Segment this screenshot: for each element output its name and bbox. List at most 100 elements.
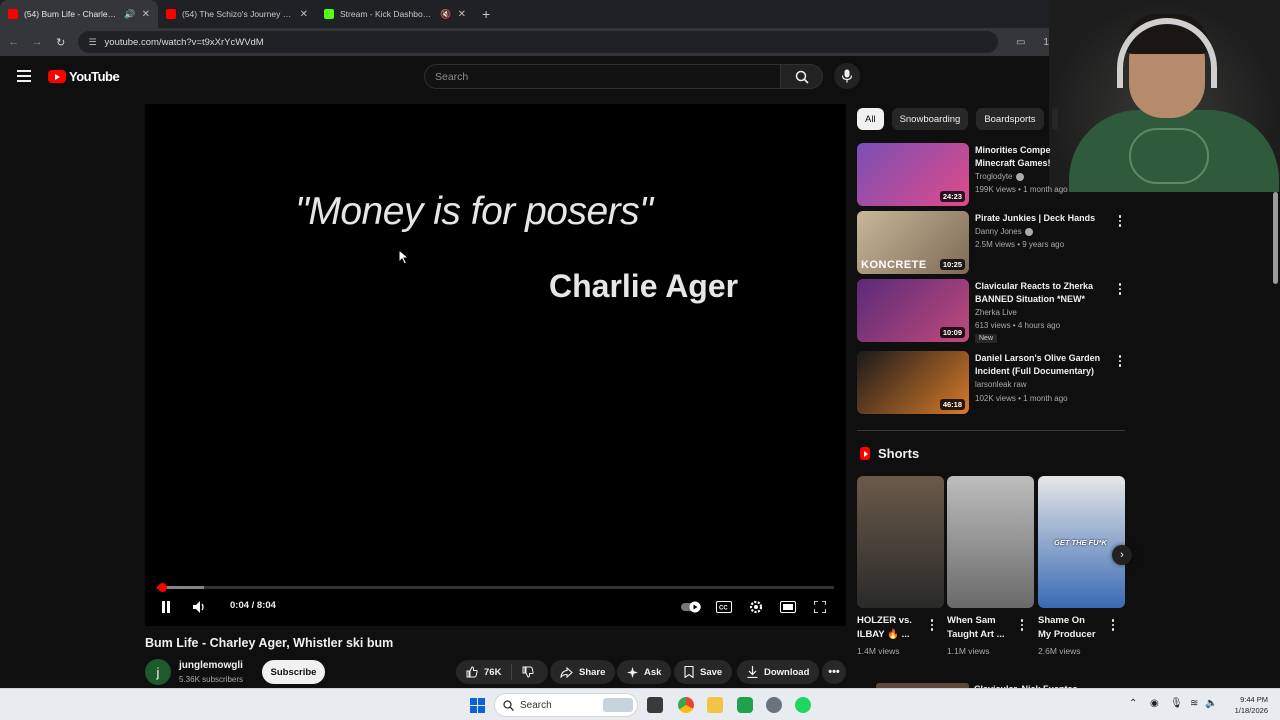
title-line: Incident (Full Documentary) <box>975 366 1095 376</box>
title-line: HOLZER vs. <box>857 615 912 626</box>
address-bar[interactable]: ☰ youtube.com/watch?v=t9xXrYcWVdM <box>78 31 998 53</box>
dislike-button[interactable] <box>512 666 544 678</box>
more-actions-button[interactable]: ••• <box>822 660 846 684</box>
short-thumbnail[interactable]: GET THE FU*K <box>1038 476 1125 608</box>
ask-button[interactable]: Ask <box>617 660 672 684</box>
muted-icon[interactable]: 🔇 <box>440 9 451 20</box>
scrubber-handle[interactable] <box>158 583 168 592</box>
recommendation-channel[interactable]: Danny Jones <box>975 227 1033 236</box>
video-player[interactable]: "Money is for posers" Charlie Ager 0:04 … <box>145 104 846 626</box>
recommendation-title[interactable]: Pirate Junkies | Deck Hands <box>975 212 1107 225</box>
video-thumbnail[interactable]: 10:09 <box>857 279 969 342</box>
tray-chevron-icon[interactable]: ⌃ <box>1129 698 1137 709</box>
bookmark-icon <box>684 666 694 678</box>
chrome-icon[interactable] <box>678 697 694 713</box>
video-thumbnail[interactable]: 46:18 <box>857 351 969 414</box>
browser-tab[interactable]: Stream - Kick Dashboard 🔇 ✕ <box>316 0 474 28</box>
kick-app-icon[interactable] <box>737 697 753 713</box>
recommendation-channel[interactable]: larsonleak raw <box>975 380 1027 389</box>
recommendation-title[interactable]: Daniel Larson's Olive Garden Incident (F… <box>975 352 1107 378</box>
short-thumbnail[interactable] <box>947 476 1034 608</box>
video-thumbnail[interactable]: KONCRETE 10:25 <box>857 211 969 274</box>
chip-boardsports[interactable]: Boardsports <box>976 108 1044 130</box>
task-view-icon[interactable] <box>647 697 663 713</box>
more-vert-icon[interactable] <box>1110 619 1116 631</box>
cast-icon[interactable]: ▭ <box>1016 37 1025 48</box>
windows-start-icon[interactable] <box>470 698 485 713</box>
video-author-text: Charlie Ager <box>549 268 739 304</box>
recommendation-title[interactable]: Minorities Compe Minecraft Games! <box>975 144 1107 170</box>
share-button[interactable]: Share <box>550 660 616 684</box>
settings-app-icon[interactable] <box>766 697 782 713</box>
download-icon <box>747 666 758 678</box>
taskbar-search[interactable]: Search <box>494 693 638 717</box>
site-info-icon[interactable]: ☰ <box>88 37 96 48</box>
recommendation-channel[interactable]: Zherka Live <box>975 308 1017 317</box>
new-tab-button[interactable]: + <box>474 6 498 22</box>
short-thumbnail[interactable] <box>857 476 944 608</box>
like-button[interactable]: 76K <box>456 664 513 680</box>
speaker-icon[interactable]: 🔈 <box>1205 698 1217 709</box>
recommendation-item[interactable]: 24:23 Minorities Compe Minecraft Games! … <box>857 143 1125 207</box>
search-input[interactable]: Search <box>424 64 781 89</box>
settings-button[interactable] <box>747 596 765 618</box>
more-vert-icon[interactable] <box>1117 355 1123 367</box>
spotify-icon[interactable] <box>795 697 811 713</box>
close-tab-icon[interactable]: ✕ <box>458 9 466 20</box>
youtube-logo[interactable]: YouTube <box>48 69 120 84</box>
scrollbar-thumb[interactable] <box>1273 192 1278 284</box>
close-tab-icon[interactable]: ✕ <box>142 9 150 20</box>
recommendation-item[interactable]: KONCRETE 10:25 Pirate Junkies | Deck Han… <box>857 211 1125 275</box>
subscribe-button[interactable]: Subscribe <box>262 660 325 684</box>
speaker-icon[interactable]: 🔊 <box>124 9 135 20</box>
fullscreen-button[interactable] <box>811 596 829 618</box>
page-scrollbar[interactable] <box>1270 192 1280 688</box>
download-label: Download <box>764 666 810 678</box>
duration-badge: 24:23 <box>939 191 965 202</box>
video-thumbnail[interactable]: 24:23 <box>857 143 969 206</box>
channel-name[interactable]: junglemowgli <box>179 660 243 671</box>
volume-button[interactable] <box>192 596 208 618</box>
browser-tab[interactable]: (54) The Schizo's Journey - Fro ✕ <box>158 0 316 28</box>
back-icon[interactable]: ← <box>8 36 19 48</box>
file-explorer-icon[interactable] <box>707 697 723 713</box>
download-button[interactable]: Download <box>737 660 820 684</box>
channel-avatar[interactable]: j <box>145 659 171 685</box>
browser-tab-active[interactable]: (54) Bum Life - Charley Ager 🔊 ✕ <box>0 0 158 28</box>
search-button[interactable] <box>781 64 823 89</box>
recommendation-item[interactable]: 10:09 Clavicular Reacts to Zherka BANNED… <box>857 279 1125 343</box>
more-vert-icon[interactable] <box>929 619 935 631</box>
recommendation-title[interactable]: Clavicular Reacts to Zherka BANNED Situa… <box>975 280 1107 306</box>
channel-name: Danny Jones <box>975 227 1022 236</box>
more-vert-icon[interactable] <box>1019 619 1025 631</box>
wifi-icon[interactable]: ≋ <box>1190 698 1198 709</box>
youtube-logo-text: YouTube <box>69 69 120 84</box>
progress-bar[interactable] <box>157 583 834 592</box>
autoplay-toggle[interactable] <box>680 596 704 618</box>
tray-app-icon[interactable]: ◉ <box>1150 698 1159 709</box>
chip-snowboarding[interactable]: Snowboarding <box>891 108 969 130</box>
taskbar-clock[interactable]: 9:44 PM 1/18/2026 <box>1220 694 1268 716</box>
save-button[interactable]: Save <box>674 660 733 684</box>
voice-search-button[interactable] <box>834 63 860 89</box>
short-title[interactable]: HOLZER vs. ILBAY 🔥 ... <box>857 614 929 642</box>
more-vert-icon[interactable] <box>1117 283 1123 295</box>
more-vert-icon[interactable] <box>1117 215 1123 227</box>
title-line: Pirate Junkies | Deck Hands <box>975 213 1096 223</box>
menu-icon[interactable] <box>17 70 31 82</box>
recommendation-item[interactable]: 46:18 Daniel Larson's Olive Garden Incid… <box>857 351 1125 415</box>
pause-button[interactable] <box>159 596 173 618</box>
short-title[interactable]: When Sam Taught Art ... <box>947 614 1019 642</box>
chip-all[interactable]: All <box>857 108 884 130</box>
forward-icon[interactable]: → <box>31 36 43 48</box>
shorts-next-button[interactable]: › <box>1112 545 1132 565</box>
tray-mic-icon[interactable]: 🎙 <box>1170 698 1183 709</box>
chip-partial[interactable] <box>1051 108 1058 130</box>
gear-icon <box>749 600 763 614</box>
theater-mode-button[interactable] <box>779 596 797 618</box>
close-tab-icon[interactable]: ✕ <box>300 9 308 20</box>
captions-button[interactable]: CC <box>715 596 733 618</box>
reload-icon[interactable]: ↻ <box>55 36 66 49</box>
short-title[interactable]: Shame On My Producer <box>1038 614 1110 642</box>
recommendation-channel[interactable]: Troglodyte <box>975 172 1024 181</box>
